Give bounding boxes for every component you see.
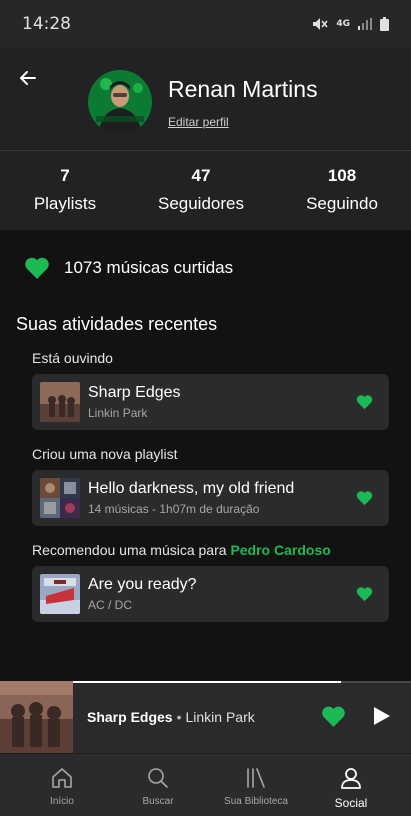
nav-label: Social xyxy=(334,796,368,810)
playlist-cover xyxy=(40,478,80,518)
nav-label: Sua Biblioteca xyxy=(224,796,288,807)
player-album-art xyxy=(0,681,73,753)
stat-count: 7 xyxy=(60,166,70,185)
profile-header: Renan Martins Editar perfil 7 Playlists … xyxy=(0,48,411,230)
liked-songs-row[interactable]: 1073 músicas curtidas xyxy=(24,256,233,280)
status-time: 14:28 xyxy=(22,14,71,34)
home-icon xyxy=(52,768,72,788)
stat-label: Playlists xyxy=(33,194,97,213)
edit-profile-link[interactable]: Editar perfil xyxy=(168,115,229,129)
avatar-photo xyxy=(88,70,152,134)
activity-label: Criou uma nova playlist xyxy=(32,446,178,462)
nav-item-social[interactable]: Social xyxy=(301,766,401,810)
search-icon xyxy=(148,768,168,788)
stats-row: 7 Playlists 47 Seguidores 108 Seguindo xyxy=(0,166,411,222)
nav-label: Início xyxy=(50,796,74,807)
stat-followers[interactable]: 47 Seguidores xyxy=(141,166,261,214)
profile-name: Renan Martins xyxy=(168,76,318,102)
card-title: Hello darkness, my old friend xyxy=(88,480,295,497)
status-bar: 14:28 4G xyxy=(0,0,411,48)
card-subtitle: Linkin Park xyxy=(88,406,148,420)
now-playing-title: Sharp Edges • Linkin Park xyxy=(87,709,255,725)
play-icon[interactable] xyxy=(370,705,392,727)
stat-following[interactable]: 108 Seguindo xyxy=(282,166,402,214)
person-icon xyxy=(341,768,361,789)
activity-label-recommend: Recomendou uma música para Pedro Cardoso xyxy=(32,542,331,558)
stat-label: Seguidores xyxy=(157,194,244,213)
activity-card-playlist[interactable]: Hello darkness, my old friend 14 músicas… xyxy=(32,470,389,526)
album-art xyxy=(40,574,80,614)
signal-icon xyxy=(358,18,372,30)
nav-item-search[interactable]: Buscar xyxy=(108,766,208,807)
status-icons: 4G xyxy=(312,17,389,31)
nav-label: Buscar xyxy=(142,796,174,807)
now-playing-artist: Linkin Park xyxy=(185,709,255,725)
heart-icon xyxy=(25,257,49,279)
battery-icon xyxy=(380,17,389,31)
album-art xyxy=(40,382,80,422)
library-icon xyxy=(247,768,265,788)
separator: • xyxy=(176,709,182,725)
heart-icon[interactable] xyxy=(356,586,373,602)
activity-label-prefix: Recomendou uma música para xyxy=(32,542,227,558)
heart-icon[interactable] xyxy=(356,394,373,410)
now-playing-song: Sharp Edges xyxy=(87,709,173,725)
avatar[interactable] xyxy=(88,70,152,134)
network-type: 4G xyxy=(336,19,350,29)
nav-item-home[interactable]: Início xyxy=(12,766,112,807)
card-subtitle: AC / DC xyxy=(88,598,133,612)
bottom-nav: Início Buscar Sua Biblioteca Social xyxy=(0,753,411,816)
activity-label: Está ouvindo xyxy=(32,350,113,366)
card-title: Sharp Edges xyxy=(88,384,181,401)
header-divider xyxy=(0,150,411,151)
mute-icon xyxy=(313,18,328,30)
stat-playlists[interactable]: 7 Playlists xyxy=(5,166,125,214)
stat-count: 47 xyxy=(191,166,211,185)
friend-name-link[interactable]: Pedro Cardoso xyxy=(230,542,330,558)
liked-songs-count: 1073 músicas curtidas xyxy=(64,258,234,277)
mini-player[interactable]: Sharp Edges • Linkin Park xyxy=(0,681,411,753)
activity-card-recommendation[interactable]: Are you ready? AC / DC xyxy=(32,566,389,622)
heart-icon[interactable] xyxy=(356,490,373,506)
back-arrow-icon[interactable] xyxy=(16,66,40,90)
heart-icon[interactable] xyxy=(321,705,346,728)
stat-label: Seguindo xyxy=(306,194,378,213)
recent-activity-title: Suas atividades recentes xyxy=(16,314,218,334)
stat-count: 108 xyxy=(327,166,357,185)
card-title: Are you ready? xyxy=(88,576,197,593)
card-subtitle: 14 músicas - 1h07m de duração xyxy=(88,502,260,516)
activity-card-listening[interactable]: Sharp Edges Linkin Park xyxy=(32,374,389,430)
nav-item-library[interactable]: Sua Biblioteca xyxy=(206,766,306,807)
